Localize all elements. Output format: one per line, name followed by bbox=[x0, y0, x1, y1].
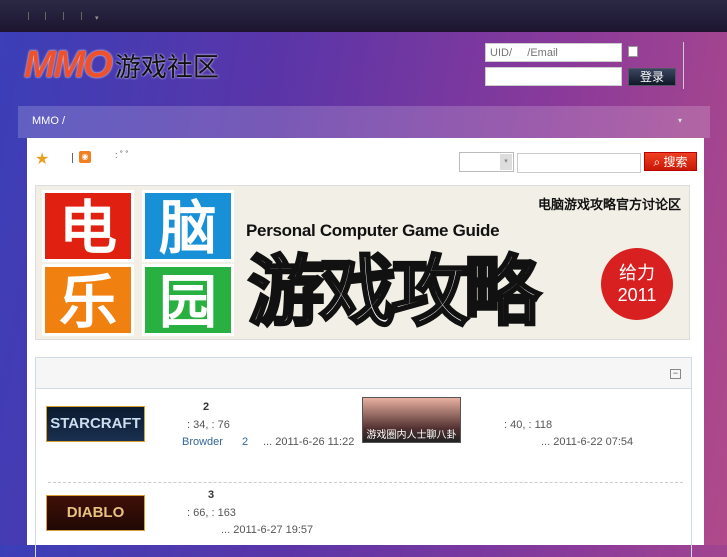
main-panel: ★ ◉ : ˚ ˚ ▾ ⌕ 搜索 电 脑 乐 园 电脑游戏攻略官方讨论区 Per… bbox=[27, 138, 704, 557]
login-button[interactable]: 登录 bbox=[628, 68, 676, 86]
divider bbox=[63, 12, 64, 20]
forum-thumbnail-starcraft[interactable]: STARCRAFT bbox=[46, 406, 145, 442]
rss-icon[interactable]: ◉ bbox=[79, 151, 91, 163]
search-icon: ⌕ bbox=[653, 155, 661, 169]
breadcrumb[interactable]: MMO / bbox=[32, 115, 65, 127]
divider bbox=[683, 42, 684, 89]
forum-thumbnail-diablo[interactable]: DIABLO bbox=[46, 495, 145, 531]
last-post-user[interactable]: Browder bbox=[182, 436, 223, 448]
breadcrumb-bar: MMO / ▾ bbox=[18, 106, 710, 138]
forum-stats: : 40, : 118 bbox=[504, 419, 553, 431]
logo-subtitle: 游戏社区 bbox=[114, 52, 219, 82]
badge-year: 2011 bbox=[617, 285, 657, 305]
favorite-star-icon[interactable]: ★ bbox=[35, 149, 49, 169]
banner-tile: 脑 bbox=[142, 190, 234, 262]
last-post-time: ... 2011-6-26 11:22 bbox=[263, 436, 355, 448]
badge-text: 给力 bbox=[619, 263, 655, 283]
remember-checkbox[interactable] bbox=[628, 46, 638, 57]
chevron-down-icon[interactable]: ▾ bbox=[678, 116, 682, 125]
divider bbox=[72, 153, 73, 163]
forum-header: − bbox=[36, 358, 691, 389]
status-text: : ˚ ˚ bbox=[115, 150, 129, 160]
forum-list: − STARCRAFT 2 : 34, : 76 Browder 2 ... 2… bbox=[35, 357, 692, 557]
forum-stats: : 34, : 76 bbox=[187, 419, 230, 431]
site-logo[interactable]: MMO 游戏社区 bbox=[24, 44, 219, 87]
forum-thumbnail-gossip[interactable]: 游戏圈内人士聊八卦 bbox=[362, 397, 461, 443]
divider bbox=[45, 12, 46, 20]
last-post-link[interactable]: 2 bbox=[242, 436, 248, 448]
search-button-label: 搜索 bbox=[663, 155, 688, 169]
username-input[interactable] bbox=[485, 43, 622, 62]
forum-stats: : 66, : 163 bbox=[187, 507, 236, 519]
divider bbox=[28, 12, 29, 20]
banner-english-title: Personal Computer Game Guide bbox=[246, 221, 500, 240]
forum-name[interactable]: 2 bbox=[203, 401, 209, 413]
search-input[interactable] bbox=[517, 153, 641, 173]
banner-badge: 给力 2011 bbox=[601, 248, 673, 320]
search-type-select[interactable]: ▾ bbox=[459, 152, 514, 172]
banner-title: 游戏攻略 bbox=[247, 249, 542, 337]
last-post-time: ... 2011-6-27 19:57 bbox=[221, 524, 314, 536]
collapse-icon[interactable]: − bbox=[670, 369, 681, 379]
banner-tile: 电 bbox=[42, 190, 134, 262]
banner-tile: 园 bbox=[142, 264, 234, 336]
chevron-down-icon: ▾ bbox=[500, 154, 512, 170]
banner-image[interactable]: 电 脑 乐 园 电脑游戏攻略官方讨论区 Personal Computer Ga… bbox=[35, 185, 690, 340]
last-post-time: ... 2011-6-22 07:54 bbox=[541, 436, 634, 448]
logo-text: MMO bbox=[24, 44, 113, 86]
banner-tile: 乐 bbox=[42, 264, 134, 336]
divider bbox=[81, 12, 82, 20]
search-button[interactable]: ⌕ 搜索 bbox=[644, 152, 697, 171]
password-input[interactable] bbox=[485, 67, 622, 86]
banner-tagline: 电脑游戏攻略官方讨论区 bbox=[537, 197, 681, 212]
divider bbox=[48, 482, 683, 483]
menu-dropdown-icon[interactable]: ▾ bbox=[95, 14, 99, 22]
forum-name[interactable]: 3 bbox=[208, 489, 214, 501]
top-bar: ▾ bbox=[0, 0, 727, 32]
